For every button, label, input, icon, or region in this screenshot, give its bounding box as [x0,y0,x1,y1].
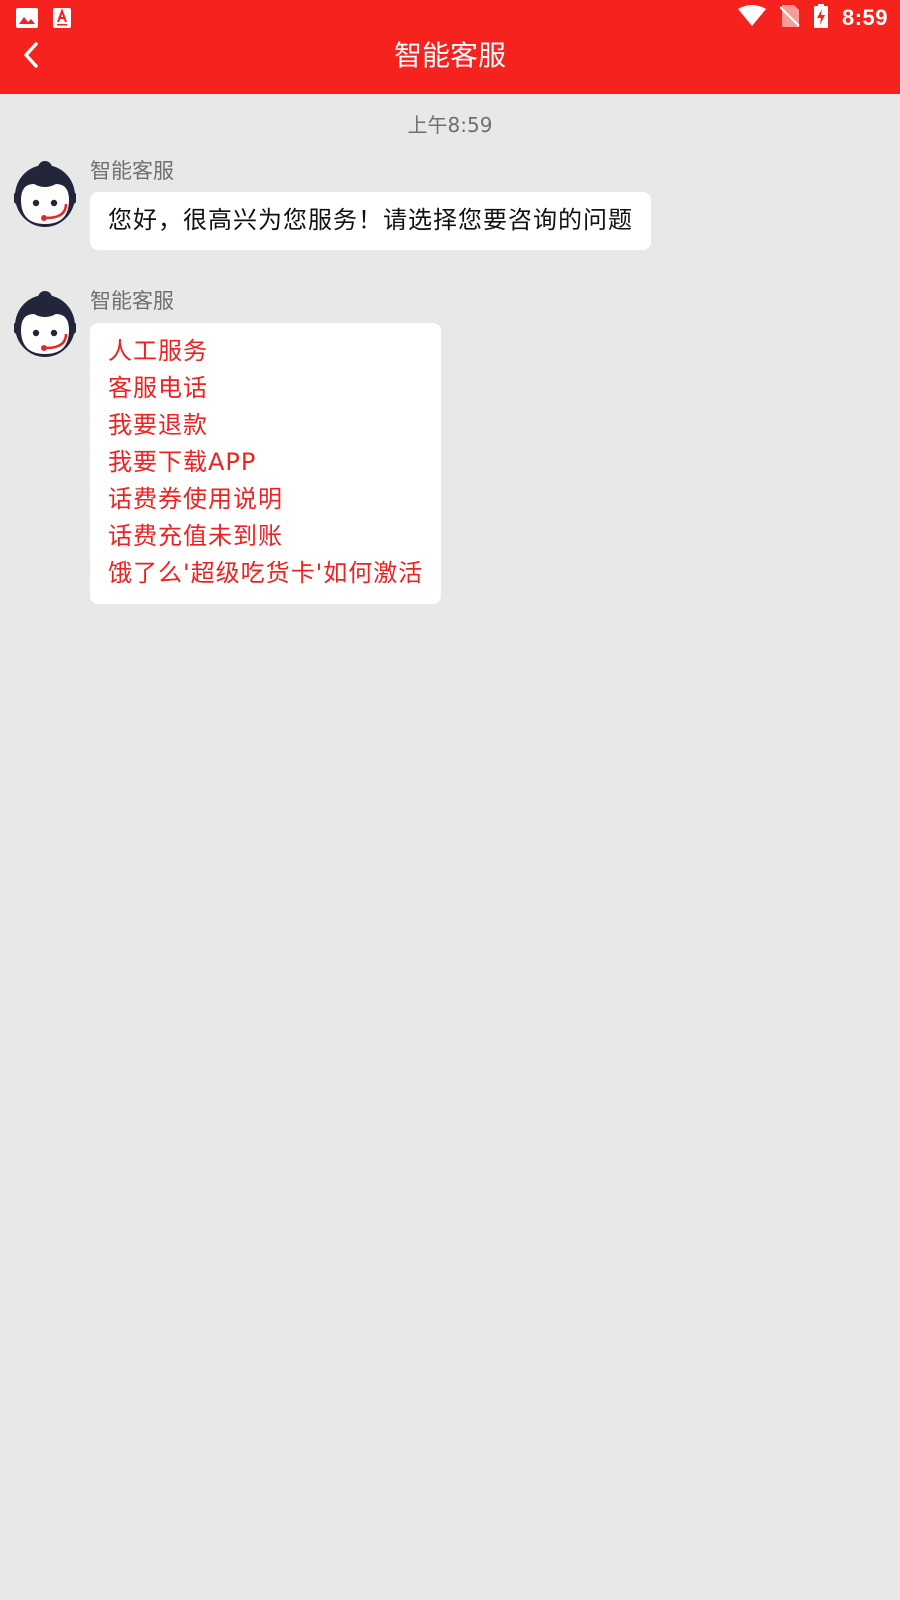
status-bar: 8:59 [0,0,900,36]
option-service-phone[interactable]: 客服电话 [108,370,423,407]
wifi-icon [737,5,766,31]
chat-timestamp: 上午8:59 [407,113,493,137]
message-text: 您好，很高兴为您服务！请选择您要咨询的问题 [108,206,633,234]
option-human-service[interactable]: 人工服务 [108,333,423,370]
agent-avatar [13,290,77,358]
image-icon [16,8,38,28]
status-time: 8:59 [841,5,888,30]
message-bubble: 您好，很高兴为您服务！请选择您要咨询的问题 [90,192,651,250]
app-bar: 8:59 智能客服 [0,0,900,94]
sender-name: 智能客服 [90,289,174,313]
option-refund[interactable]: 我要退款 [108,407,423,444]
app-a-icon [52,8,72,28]
sender-name: 智能客服 [90,159,174,183]
option-download-app[interactable]: 我要下载APP [108,444,423,481]
agent-avatar [13,160,77,228]
option-activate-card[interactable]: 饿了么'超级吃货卡'如何激活 [108,555,423,592]
option-recharge-not-arrived[interactable]: 话费充值未到账 [108,518,423,555]
status-icons: 8:59 [737,4,888,32]
page-title: 智能客服 [393,39,506,72]
no-sim-icon [779,5,800,31]
option-coupon-instructions[interactable]: 话费券使用说明 [108,481,423,518]
options-bubble: 人工服务 客服电话 我要退款 我要下载APP 话费券使用说明 话费充值未到账 饿… [90,323,442,604]
battery-charging-icon [813,4,828,32]
